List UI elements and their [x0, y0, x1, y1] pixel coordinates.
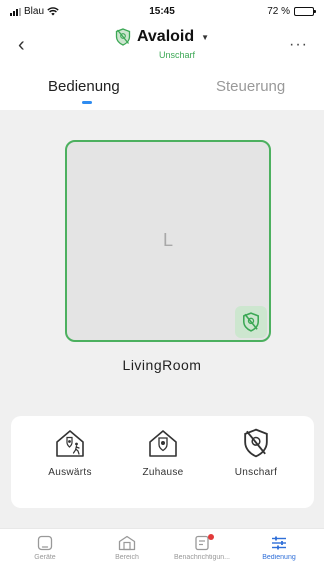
room-name: LivingRoom: [122, 357, 202, 373]
mode-disarm-label: Unscharf: [234, 467, 278, 478]
bottom-tab-bar: Geräte Bereich Benachrichtigun... Bedien…: [0, 528, 324, 569]
status-right: 72 %: [267, 6, 316, 17]
tab-active-indicator: [82, 101, 92, 104]
tab-bedienung-bottom-label: Bedienung: [262, 554, 296, 561]
mode-panel: Auswärts Zuhause Unscharf: [11, 416, 314, 508]
page-title: Avaloid: [136, 28, 195, 45]
tab-bereich[interactable]: Bereich: [92, 535, 162, 561]
mode-away-button[interactable]: Auswärts: [25, 428, 115, 478]
room-status-badge: [235, 306, 267, 338]
mode-home-button[interactable]: Zuhause: [118, 428, 208, 478]
system-title-block[interactable]: Avaloid ▼ Unscharf: [0, 28, 324, 60]
battery-percent: 72 %: [267, 6, 290, 17]
tab-bedienung[interactable]: Bedienung: [48, 78, 120, 95]
shield-disarmed-icon: [244, 428, 268, 458]
tab-steuerung[interactable]: Steuerung: [216, 78, 285, 95]
controls-icon: [272, 536, 286, 550]
status-bar: Blau 15:45 72 %: [0, 0, 324, 22]
chevron-down-icon: ▼: [201, 32, 210, 42]
device-icon: [37, 535, 53, 551]
house-home-icon: [149, 430, 177, 457]
tab-bedienung-bottom[interactable]: Bedienung: [244, 535, 314, 561]
shield-disarmed-icon: [243, 312, 259, 332]
tab-geraete[interactable]: Geräte: [10, 535, 80, 561]
more-dots-icon[interactable]: ···: [289, 36, 308, 54]
tab-geraete-label: Geräte: [34, 554, 56, 561]
tab-bereich-label: Bereich: [115, 554, 139, 561]
notification-badge: [208, 534, 214, 540]
house-away-icon: [56, 430, 84, 457]
room-initial: L: [162, 230, 173, 250]
mode-home-label: Zuhause: [142, 467, 184, 478]
shield-disarmed-icon: [115, 28, 131, 46]
tab-benachrichtigungen-label: Benachrichtigun...: [173, 554, 231, 561]
header: ‹ Avaloid ▼ Unscharf ···: [0, 22, 324, 70]
battery-icon: [294, 7, 316, 16]
mode-away-label: Auswärts: [48, 467, 92, 478]
room-card[interactable]: L: [65, 140, 271, 342]
tab-bar-top: Bedienung Steuerung: [0, 70, 324, 110]
mode-disarm-button[interactable]: Unscharf: [211, 428, 301, 478]
area-icon: [118, 535, 136, 551]
system-status-label: Unscharf: [158, 50, 195, 60]
tab-benachrichtigungen[interactable]: Benachrichtigun...: [167, 534, 237, 561]
title-row: Avaloid ▼: [115, 28, 209, 46]
